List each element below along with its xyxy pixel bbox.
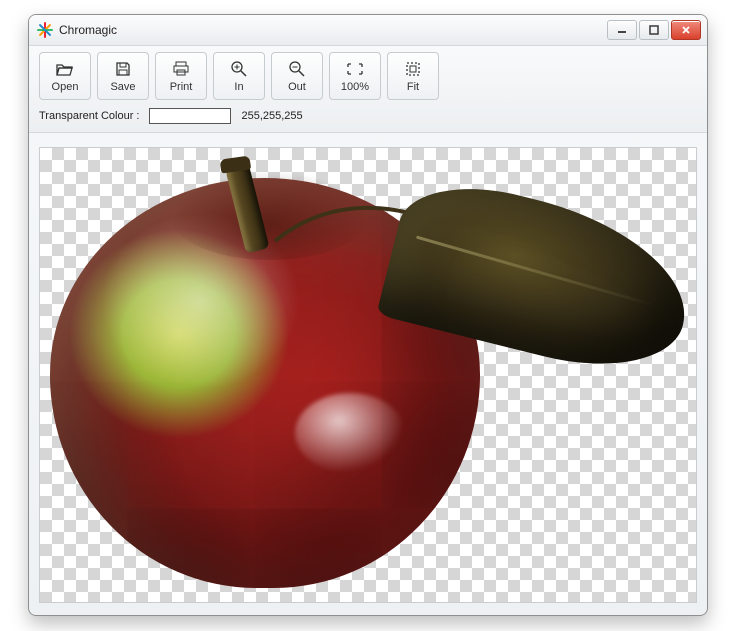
transparent-colour-label: Transparent Colour : <box>39 110 139 122</box>
fit-icon <box>404 60 422 78</box>
zoom-in-icon <box>230 60 248 78</box>
minimize-button[interactable] <box>607 20 637 40</box>
titlebar: Chromagic <box>29 15 707 46</box>
maximize-button[interactable] <box>639 20 669 40</box>
zoom-100-button[interactable]: 100% <box>329 52 381 100</box>
minimize-icon <box>617 25 627 35</box>
zoom-out-icon <box>288 60 306 78</box>
fit-button[interactable]: Fit <box>387 52 439 100</box>
image-canvas[interactable] <box>39 147 697 603</box>
zoom-out-label: Out <box>288 81 306 93</box>
fit-label: Fit <box>407 81 419 93</box>
transparent-colour-swatch[interactable] <box>149 108 231 124</box>
zoom-100-label: 100% <box>341 81 369 93</box>
open-button[interactable]: Open <box>39 52 91 100</box>
maximize-icon <box>649 25 659 35</box>
app-icon <box>37 22 53 38</box>
save-button[interactable]: Save <box>97 52 149 100</box>
zoom-in-button[interactable]: In <box>213 52 265 100</box>
transparent-colour-row: Transparent Colour : 255,255,255 <box>39 108 697 124</box>
zoom-out-button[interactable]: Out <box>271 52 323 100</box>
save-label: Save <box>110 81 135 93</box>
app-window: Chromagic Open <box>28 14 708 616</box>
actual-size-icon <box>346 60 364 78</box>
print-button[interactable]: Print <box>155 52 207 100</box>
folder-open-icon <box>56 60 74 78</box>
printer-icon <box>172 60 190 78</box>
open-label: Open <box>52 81 79 93</box>
close-icon <box>681 25 691 35</box>
app-title: Chromagic <box>59 23 117 37</box>
toolbar-row: Open Save Print In <box>39 52 697 100</box>
floppy-icon <box>114 60 132 78</box>
zoom-in-label: In <box>234 81 243 93</box>
print-label: Print <box>170 81 193 93</box>
toolbar: Open Save Print In <box>29 46 707 133</box>
close-button[interactable] <box>671 20 701 40</box>
transparent-colour-value: 255,255,255 <box>241 110 302 122</box>
